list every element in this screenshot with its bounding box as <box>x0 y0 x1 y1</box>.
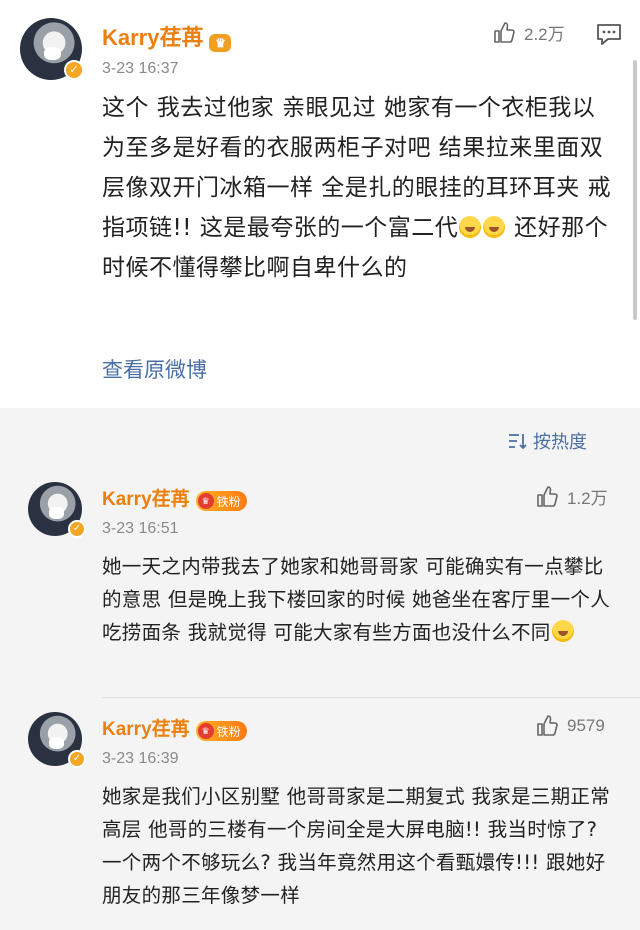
crown-icon: ♛ <box>209 34 232 52</box>
verified-badge-icon: ✓ <box>68 520 86 538</box>
comment-timestamp: 3-23 16:39 <box>102 750 179 767</box>
laugh-cry-emoji <box>551 620 574 642</box>
crown-icon: ♛ <box>197 723 214 739</box>
fan-badge: ♛ 铁粉 <box>195 721 247 741</box>
post-timestamp: 3-23 16:37 <box>102 60 179 77</box>
comment-like-button[interactable]: 9579 <box>535 714 605 738</box>
sort-icon <box>509 434 527 450</box>
username[interactable]: Karry荏苒 <box>102 25 203 50</box>
crown-icon: ♛ <box>197 493 214 509</box>
comment-like-count: 9579 <box>567 716 605 735</box>
comment-like-count: 1.2万 <box>567 489 608 508</box>
fan-badge: ♛ 铁粉 <box>195 491 247 511</box>
comment-body: 她一天之内带我去了她家和她哥哥家 可能确实有一点攀比的意思 但是晚上我下楼回家的… <box>102 550 612 649</box>
post-body: 这个 我去过他家 亲眼见过 她家有一个衣柜我以为至多是好看的衣服两柜子对吧 结果… <box>102 88 618 288</box>
view-original-link[interactable]: 查看原微博 <box>102 354 207 384</box>
comment-like-button[interactable]: 1.2万 <box>535 484 608 509</box>
comment-username[interactable]: Karry荏苒 <box>102 719 190 740</box>
comment-text: 她一天之内带我去了她家和她哥哥家 可能确实有一点攀比的意思 但是晚上我下楼回家的… <box>102 555 610 644</box>
sort-by-hot-button[interactable]: 按热度 <box>508 428 587 454</box>
fan-badge-label: 铁粉 <box>216 724 241 739</box>
laugh-cry-emoji <box>483 216 506 238</box>
sort-label: 按热度 <box>533 432 587 453</box>
verified-badge-icon: ✓ <box>68 750 86 768</box>
user-avatar[interactable]: ✓ <box>20 18 84 80</box>
comment-avatar[interactable]: ✓ <box>28 712 86 768</box>
comment-text: 她家是我们小区别墅 他哥哥家是二期复式 我家是三期正常高层 他哥的三楼有一个房间… <box>102 785 610 907</box>
comment-divider <box>102 697 640 698</box>
comment-avatar[interactable]: ✓ <box>28 482 86 538</box>
post-like-count: 2.2万 <box>524 25 565 44</box>
avatar-mask-shape <box>48 736 64 749</box>
comment-body: 她家是我们小区别墅 他哥哥家是二期复式 我家是三期正常高层 他哥的三楼有一个房间… <box>102 780 612 912</box>
thumbs-up-icon <box>537 485 558 507</box>
comment-timestamp: 3-23 16:51 <box>102 520 179 537</box>
verified-badge-icon: ✓ <box>64 60 84 80</box>
comment-username-row[interactable]: Karry荏苒 ♛ 铁粉 <box>102 714 247 741</box>
laugh-cry-emoji <box>459 216 482 238</box>
comment-username[interactable]: Karry荏苒 <box>102 489 190 510</box>
scrollbar[interactable] <box>633 60 637 320</box>
comment-username-row[interactable]: Karry荏苒 ♛ 铁粉 <box>102 484 247 511</box>
post-username-row[interactable]: Karry荏苒 ♛ <box>102 20 232 52</box>
thumbs-up-icon <box>494 21 515 43</box>
avatar-mask-shape <box>43 46 61 61</box>
comment-icon[interactable] <box>596 22 622 46</box>
thumbs-up-icon <box>537 715 558 736</box>
original-post: ✓ Karry荏苒 ♛ 3-23 16:37 2.2万 这个 我去过他家 亲眼见过… <box>0 0 640 408</box>
post-like-button[interactable]: 2.2万 <box>492 20 565 45</box>
avatar-mask-shape <box>48 506 64 519</box>
fan-badge-label: 铁粉 <box>216 494 241 509</box>
